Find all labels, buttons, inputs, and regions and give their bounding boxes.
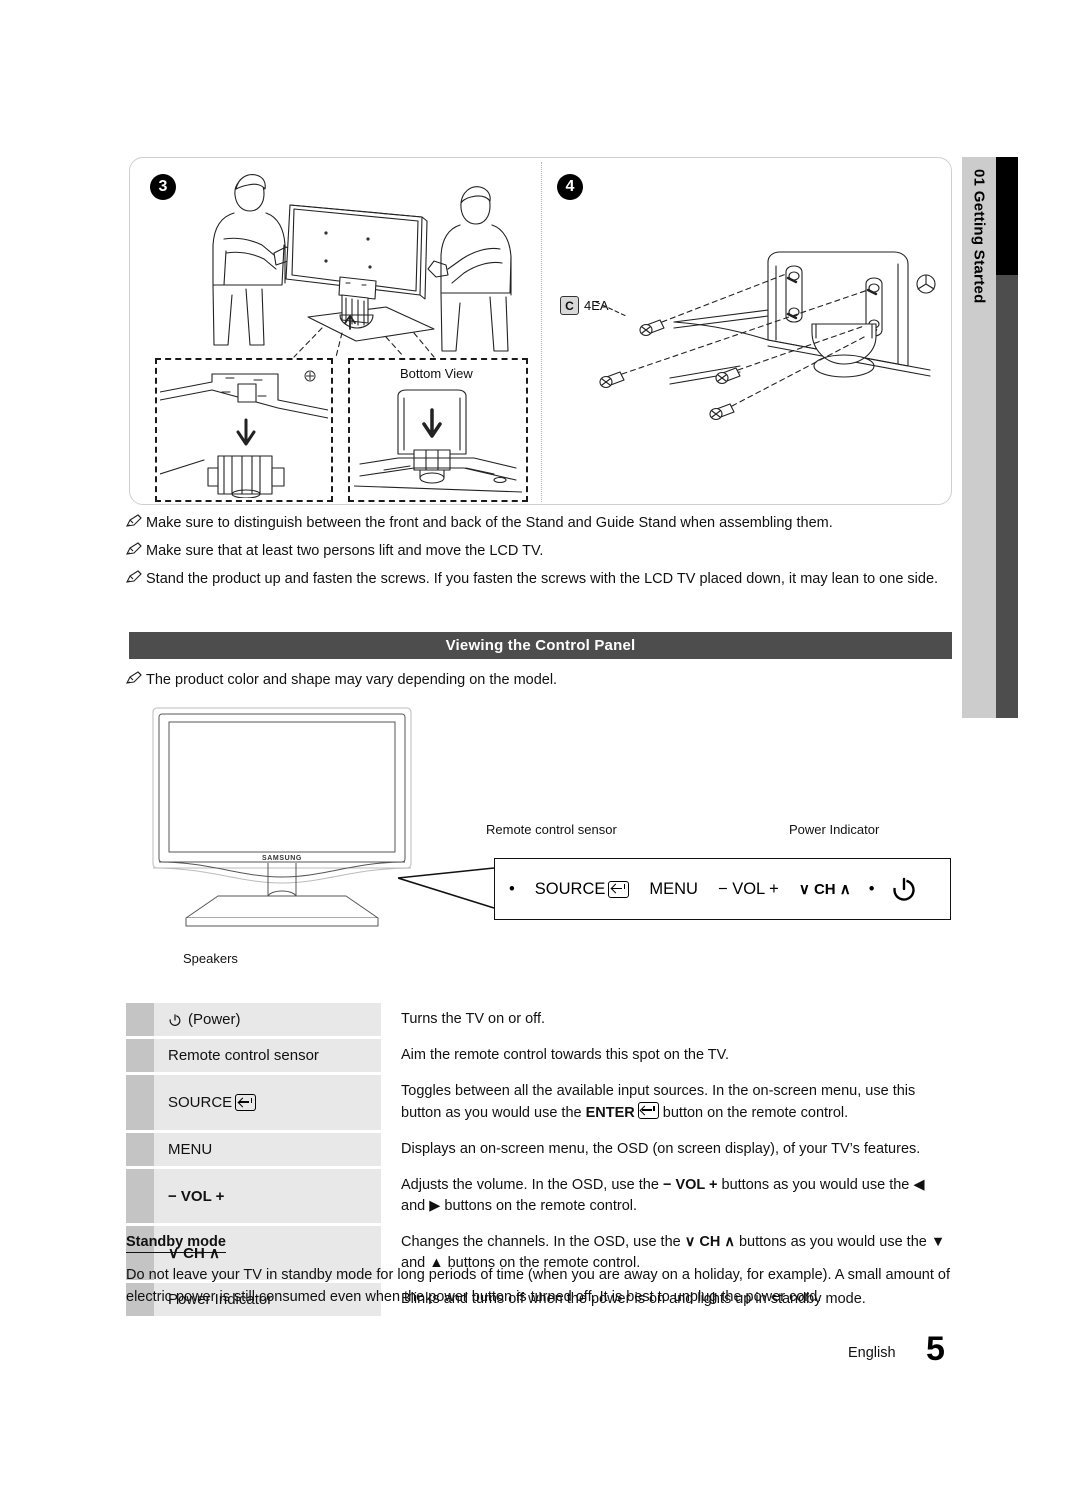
row-label-text: MENU xyxy=(168,1141,213,1158)
panel-volume-button[interactable]: − VOL + xyxy=(718,880,779,899)
bottom-view-label: Bottom View xyxy=(400,366,473,381)
step-3-badge: 3 xyxy=(150,174,176,200)
panel-power-button[interactable] xyxy=(891,876,917,902)
chapter-tab: 01 Getting Started xyxy=(962,157,996,718)
row-label: MENU xyxy=(154,1133,381,1166)
note-text: Make sure to distinguish between the fro… xyxy=(146,515,833,531)
row-label: (Power) xyxy=(154,1003,381,1036)
note-row: Stand the product up and fasten the scre… xyxy=(126,569,956,590)
row-stripe xyxy=(126,1169,154,1223)
row-label: SOURCE xyxy=(154,1075,381,1130)
speakers-label: Speakers xyxy=(183,951,238,966)
section-note-row: The product color and shape may vary dep… xyxy=(126,670,826,691)
power-indicator-label: Power Indicator xyxy=(789,822,880,837)
note-pencil-icon xyxy=(126,514,146,533)
row-label: − VOL + xyxy=(154,1169,381,1223)
row-stripe xyxy=(126,1039,154,1072)
note-row: Make sure to distinguish between the fro… xyxy=(126,513,956,534)
standby-mode-text: Do not leave your TV in standby mode for… xyxy=(126,1267,950,1305)
enter-icon xyxy=(608,880,630,898)
panel-source-label: SOURCE xyxy=(534,879,606,898)
row-label-text: Remote control sensor xyxy=(168,1047,319,1064)
row-description: Toggles between all the available input … xyxy=(381,1075,952,1130)
chapter-tab-label: 01 Getting Started xyxy=(970,169,988,304)
row-description: Displays an on-screen menu, the OSD (on … xyxy=(401,1141,921,1157)
table-row: SOURCE Toggles between all the available… xyxy=(126,1075,952,1130)
row-desc-pre: Adjusts the volume. In the OSD, use the xyxy=(401,1177,663,1193)
row-stripe xyxy=(126,1075,154,1130)
section-header-bar: Viewing the Control Panel xyxy=(129,632,952,659)
callout-leader-lines xyxy=(398,867,495,909)
standby-mode-heading: Standby mode xyxy=(126,1234,226,1253)
note-pencil-icon xyxy=(126,570,146,589)
section-title: Viewing the Control Panel xyxy=(445,637,636,654)
table-row: − VOL + Adjusts the volume. In the OSD, … xyxy=(126,1169,952,1223)
footer-page-number: 5 xyxy=(926,1330,945,1368)
panel-dot-right: • xyxy=(868,879,875,898)
step-3-illustration xyxy=(212,174,512,358)
enter-icon xyxy=(637,1102,659,1119)
note-pencil-icon xyxy=(126,671,146,690)
step-3-detail-right-art xyxy=(354,389,522,493)
panel-menu-button[interactable]: MENU xyxy=(649,880,698,899)
enter-icon xyxy=(235,1094,257,1111)
row-description: Adjusts the volume. In the OSD, use the … xyxy=(381,1169,952,1223)
row-stripe xyxy=(126,1003,154,1036)
step-4-badge: 4 xyxy=(557,174,583,200)
table-row: (Power) Turns the TV on or off. xyxy=(126,1003,952,1036)
row-label-text: SOURCE xyxy=(168,1094,233,1111)
power-icon xyxy=(169,1013,181,1026)
row-description: Turns the TV on or off. xyxy=(401,1011,546,1027)
part-letter-badge: C xyxy=(560,296,579,315)
power-icon xyxy=(892,877,915,901)
table-row: Remote control sensor Aim the remote con… xyxy=(126,1039,952,1072)
row-desc-strong: − VOL + xyxy=(662,1177,718,1193)
row-label-text: − VOL + xyxy=(168,1187,225,1205)
step-3-detail-left-art xyxy=(160,370,328,498)
samsung-logo: SAMSUNG xyxy=(262,855,302,862)
table-row: MENU Displays an on-screen menu, the OSD… xyxy=(126,1133,952,1166)
assembly-diagram-divider xyxy=(541,162,542,502)
row-label: Remote control sensor xyxy=(154,1039,381,1072)
note-row: Make sure that at least two persons lift… xyxy=(126,541,956,562)
row-stripe xyxy=(126,1133,154,1166)
footer-language: English xyxy=(848,1345,896,1361)
section-note-text: The product color and shape may vary dep… xyxy=(146,672,558,688)
step-4-illustration xyxy=(595,251,936,421)
row-desc-post: button on the remote control. xyxy=(658,1105,849,1121)
remote-control-sensor-label: Remote control sensor xyxy=(486,822,617,837)
note-text: Stand the product up and fasten the scre… xyxy=(146,571,939,587)
chapter-tab-marker-black xyxy=(996,157,1018,275)
panel-source-button[interactable]: SOURCE xyxy=(535,880,630,899)
panel-dot-left: • xyxy=(509,879,515,898)
control-panel-callout: • SOURCE MENU − VOL + ∨ CH ∧ • xyxy=(494,858,951,920)
row-description: Aim the remote control towards this spot… xyxy=(401,1047,730,1063)
note-text: Make sure that at least two persons lift… xyxy=(146,543,544,559)
note-pencil-icon xyxy=(126,542,146,561)
panel-channel-button[interactable]: ∨ CH ∧ xyxy=(799,880,851,898)
row-desc-pre: Changes the channels. In the OSD, use th… xyxy=(401,1234,685,1250)
row-label-text: (Power) xyxy=(188,1011,241,1028)
row-desc-strong: ∨ CH ∧ xyxy=(684,1234,735,1250)
chapter-tab-marker-gray xyxy=(996,275,1018,718)
row-desc-strong: ENTER xyxy=(585,1105,635,1121)
